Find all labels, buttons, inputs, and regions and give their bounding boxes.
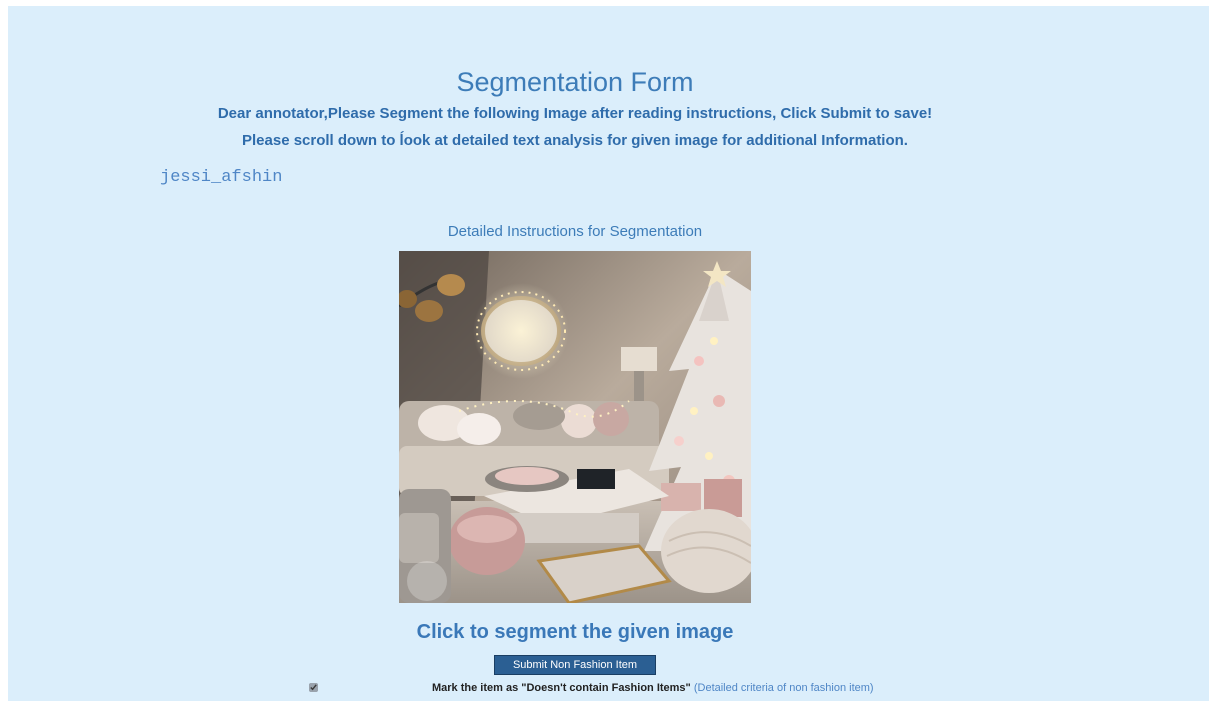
username-label: jessi_afshin bbox=[160, 168, 283, 187]
instructions-link[interactable]: Detailed Instructions for Segmentation bbox=[8, 223, 1142, 240]
greeting-text: Dear annotator,Please Segment the follow… bbox=[217, 105, 933, 122]
non-fashion-criteria-link[interactable]: (Detailed criteria of non fashion item) bbox=[694, 682, 874, 694]
non-fashion-checkbox[interactable] bbox=[309, 683, 318, 692]
scroll-note-text: Please scroll down to ĺook at detailed t… bbox=[242, 132, 908, 149]
mark-non-fashion-label: Mark the item as "Doesn't contain Fashio… bbox=[432, 682, 691, 694]
page-title: Segmentation Form bbox=[456, 67, 694, 97]
submit-non-fashion-button[interactable]: Submit Non Fashion Item bbox=[494, 655, 656, 675]
living-room-photo bbox=[399, 251, 751, 603]
segment-image-link[interactable]: Click to segment the given image bbox=[8, 621, 1142, 644]
form-page: Segmentation Form Dear annotator,Please … bbox=[8, 6, 1209, 701]
mark-non-fashion-row: Mark the item as "Doesn't contain Fashio… bbox=[432, 682, 874, 694]
segmentation-image bbox=[399, 251, 751, 603]
